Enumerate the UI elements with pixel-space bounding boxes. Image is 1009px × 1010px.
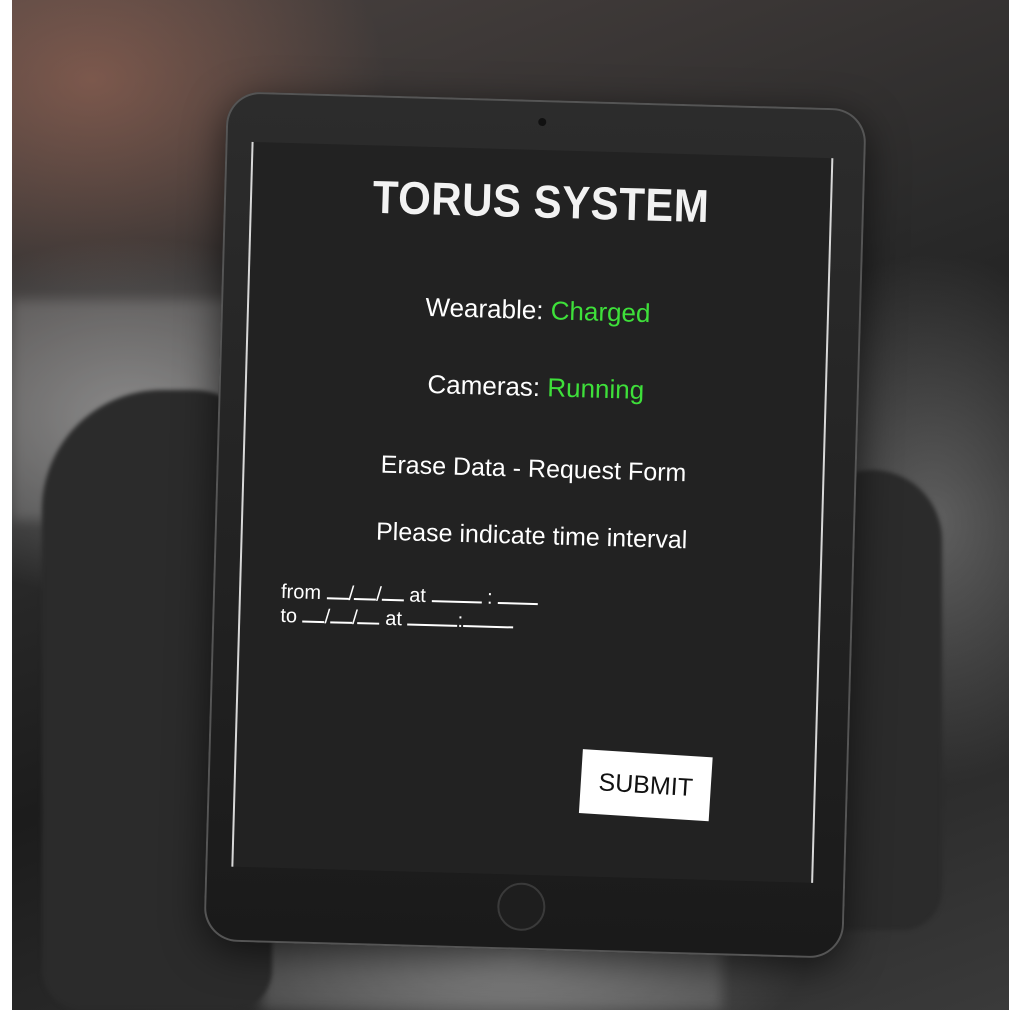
page-title: TORUS SYSTEM <box>372 170 710 233</box>
from-day-field[interactable] <box>353 579 377 601</box>
cameras-label: Cameras: <box>427 368 541 403</box>
cameras-status-value: Running <box>546 372 645 405</box>
time-separator: : <box>486 586 493 609</box>
from-minute-field[interactable] <box>497 584 539 606</box>
background-photo: TORUS SYSTEM Wearable: Charged Cameras: … <box>12 0 1009 1010</box>
form-instruction: Please indicate time interval <box>375 517 688 555</box>
wearable-label: Wearable: <box>425 291 544 326</box>
at-label: at <box>408 584 427 607</box>
submit-button[interactable]: SUBMIT <box>578 749 713 822</box>
to-month-field[interactable] <box>302 602 325 624</box>
front-camera-icon <box>538 117 547 127</box>
home-button[interactable] <box>496 882 546 932</box>
at-label: at <box>384 607 403 631</box>
cameras-status: Cameras: Running <box>247 364 826 411</box>
tablet-device: TORUS SYSTEM Wearable: Charged Cameras: … <box>203 91 867 959</box>
to-year-field[interactable] <box>357 604 381 625</box>
to-day-field[interactable] <box>329 603 353 624</box>
to-hour-field[interactable] <box>407 605 458 627</box>
from-year-field[interactable] <box>381 580 405 602</box>
to-row: to / / at : <box>280 602 514 634</box>
to-minute-field[interactable] <box>462 607 514 629</box>
wearable-status-value: Charged <box>550 295 651 329</box>
from-month-field[interactable] <box>326 579 349 600</box>
form-title: Erase Data - Request Form <box>380 450 687 488</box>
tablet-screen: TORUS SYSTEM Wearable: Charged Cameras: … <box>231 141 834 883</box>
wearable-status: Wearable: Charged <box>249 287 828 334</box>
from-hour-field[interactable] <box>431 582 482 604</box>
from-label: from <box>280 580 322 605</box>
to-label: to <box>280 604 298 628</box>
